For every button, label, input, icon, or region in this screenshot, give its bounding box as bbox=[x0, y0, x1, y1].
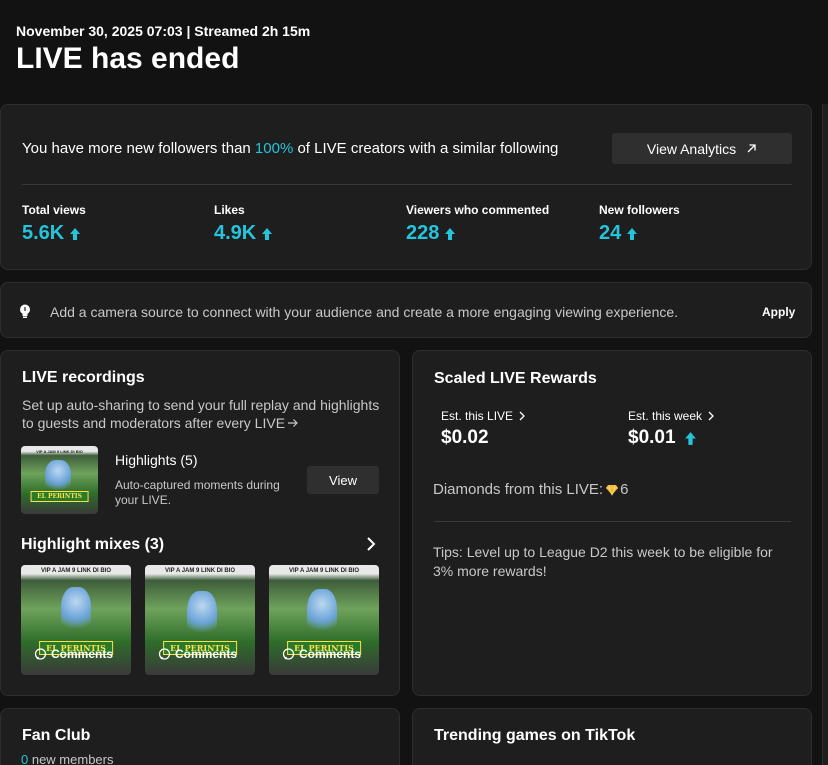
summary-card: You have more new followers than 100% of… bbox=[0, 104, 812, 270]
camera-tip-bar: Add a camera source to connect with your… bbox=[0, 282, 812, 338]
comment-icon bbox=[282, 647, 295, 660]
highlight-mix-thumbnail[interactable]: VIP A JAM 9 LINK DI BIO EL PERINTIS Comm… bbox=[145, 565, 255, 675]
mix-comments: Comments bbox=[34, 647, 113, 661]
chevron-right-icon bbox=[519, 411, 525, 421]
highlights-thumbnail[interactable]: VIP A JAM 9 LINK DI BIO EL PERINTIS bbox=[21, 446, 98, 514]
highlight-mix-thumbnail[interactable]: VIP A JAM 9 LINK DI BIO EL PERINTIS Comm… bbox=[21, 565, 131, 675]
fan-club-title: Fan Club bbox=[22, 727, 91, 744]
stat-viewers-commented: Viewers who commented 228 bbox=[406, 203, 550, 244]
scroll-edge bbox=[822, 104, 828, 765]
apply-button[interactable]: Apply bbox=[762, 305, 795, 319]
scaled-live-rewards-card: Scaled LIVE Rewards bbox=[412, 350, 812, 696]
stat-new-followers: New followers 24 bbox=[599, 203, 680, 244]
mix-comments: Comments bbox=[282, 647, 361, 661]
est-this-live-link[interactable]: Est. this LIVE bbox=[441, 409, 526, 423]
mix-comments: Comments bbox=[158, 647, 237, 661]
up-arrow-icon bbox=[262, 227, 273, 240]
recordings-title: LIVE recordings bbox=[22, 369, 145, 386]
trending-games-title: Trending games on TikTok bbox=[434, 727, 636, 744]
fan-club-new-members: 0 new members bbox=[21, 752, 114, 765]
diamond-icon bbox=[606, 484, 619, 496]
est-this-live-value: $0.02 bbox=[441, 427, 489, 448]
diamonds-from-live: Diamonds from this LIVE: 6 bbox=[433, 481, 629, 498]
page-title: LIVE has ended bbox=[16, 42, 240, 75]
stat-total-views: Total views 5.6K bbox=[22, 203, 86, 244]
comment-icon bbox=[34, 647, 47, 660]
view-highlights-button[interactable]: View bbox=[307, 466, 379, 494]
arrow-right-icon bbox=[288, 419, 298, 427]
est-this-week-value: $0.01 bbox=[628, 427, 697, 449]
stream-meta: November 30, 2025 07:03 | Streamed 2h 15… bbox=[16, 23, 311, 39]
comment-icon bbox=[158, 647, 171, 660]
view-analytics-button[interactable]: View Analytics bbox=[612, 133, 792, 164]
external-arrow-icon bbox=[746, 141, 757, 157]
followers-comparison: You have more new followers than 100% of… bbox=[22, 140, 559, 157]
up-arrow-icon bbox=[445, 227, 456, 240]
rewards-divider bbox=[434, 521, 791, 522]
chevron-right-icon bbox=[708, 411, 714, 421]
highlights-subtitle: Auto-captured moments during your LIVE. bbox=[115, 478, 280, 507]
followers-percentile: 100% bbox=[254, 140, 294, 157]
up-arrow-icon bbox=[684, 431, 696, 445]
summary-divider bbox=[22, 184, 792, 185]
highlights-title: Highlights (5) bbox=[115, 452, 198, 468]
stat-likes: Likes 4.9K bbox=[214, 203, 273, 245]
chevron-right-icon[interactable] bbox=[363, 535, 379, 558]
rewards-tip: Tips: Level up to League D2 this week to… bbox=[433, 544, 773, 579]
est-this-week-link[interactable]: Est. this week bbox=[628, 409, 715, 423]
lightbulb-icon bbox=[19, 304, 31, 324]
up-arrow-icon bbox=[627, 227, 638, 240]
camera-tip-text: Add a camera source to connect with your… bbox=[50, 304, 679, 320]
trending-games-card: Trending games on TikTok bbox=[412, 708, 812, 765]
highlight-mix-thumbnail[interactable]: VIP A JAM 9 LINK DI BIO EL PERINTIS Comm… bbox=[269, 565, 379, 675]
recordings-description[interactable]: Set up auto-sharing to send your full re… bbox=[22, 396, 382, 432]
rewards-title: Scaled LIVE Rewards bbox=[434, 370, 597, 387]
up-arrow-icon bbox=[70, 227, 81, 240]
highlight-mixes-title: Highlight mixes (3) bbox=[21, 536, 165, 553]
